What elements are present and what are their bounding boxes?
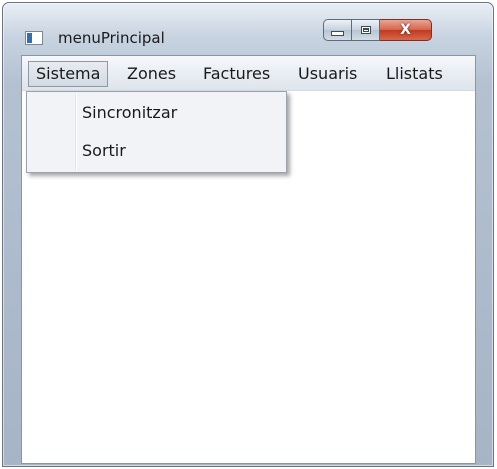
maximize-button[interactable]: [352, 19, 380, 41]
maximize-icon: [360, 26, 371, 34]
close-button[interactable]: X: [380, 19, 432, 41]
minimize-button[interactable]: [323, 19, 352, 41]
window-title: menuPrincipal: [58, 29, 165, 47]
menu-zones[interactable]: Zones: [120, 61, 183, 87]
menu-usuaris[interactable]: Usuaris: [291, 61, 364, 87]
close-icon: X: [400, 22, 411, 38]
caption-buttons: X: [323, 19, 432, 43]
menu-item-sincronitzar[interactable]: Sincronitzar: [82, 99, 177, 127]
minimize-icon: [331, 30, 344, 36]
menu-llistats[interactable]: Llistats: [379, 61, 450, 87]
sistema-dropdown-menu: Sincronitzar Sortir: [26, 91, 287, 173]
menu-bar: Sistema Zones Factures Usuaris Llistats: [22, 56, 475, 91]
title-bar[interactable]: menuPrincipal X: [3, 3, 493, 57]
menu-factures[interactable]: Factures: [196, 61, 277, 87]
menu-item-sortir[interactable]: Sortir: [82, 137, 126, 165]
menu-sistema[interactable]: Sistema: [28, 61, 109, 87]
menu-icon-gutter: [75, 94, 77, 170]
app-icon[interactable]: [25, 31, 43, 45]
